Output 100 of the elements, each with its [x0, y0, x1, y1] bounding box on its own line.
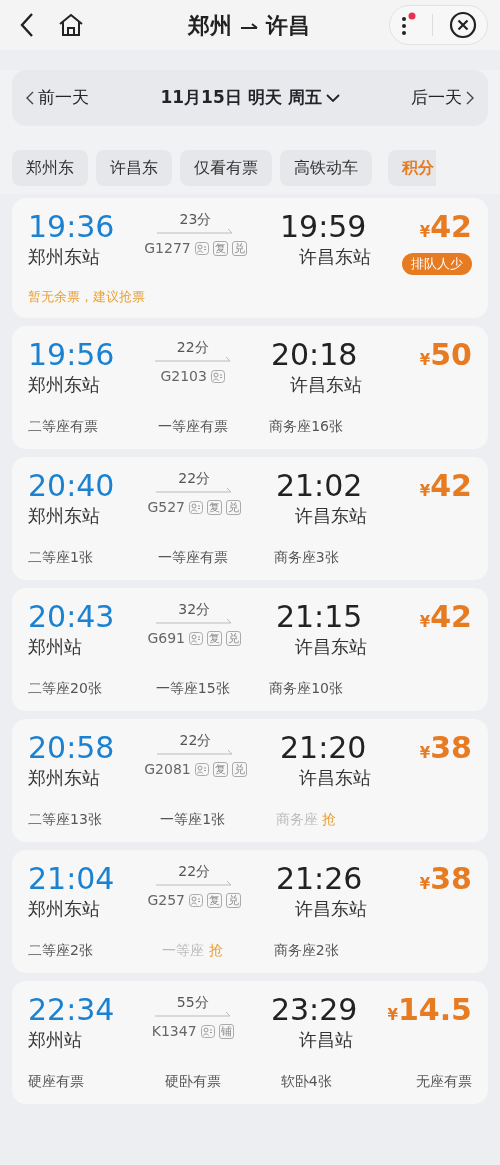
- departure-time: 22:34: [28, 993, 115, 1027]
- train-tag: 兑: [231, 241, 247, 256]
- arrival-time: 19:59: [279, 210, 367, 244]
- departure-station: 郑州东站: [28, 504, 100, 528]
- filter-chip[interactable]: 高铁动车: [280, 150, 372, 186]
- train-card[interactable]: 19:56 郑州东站 22分 G2103 20:18 许昌东站 ¥50 二等座有票 一等座有票 商务座16张: [12, 326, 488, 449]
- passenger-icon: [194, 242, 209, 255]
- arrival-station: 许昌东站: [294, 635, 368, 659]
- passenger-icon: [189, 501, 203, 514]
- arrival-station: 许昌东站: [294, 897, 368, 921]
- back-icon[interactable]: [20, 12, 34, 38]
- ticket-price: ¥42: [419, 469, 472, 505]
- passenger-icon: [189, 894, 203, 907]
- seat-availability: 一等座1张: [160, 810, 226, 829]
- next-day-link[interactable]: 后一天: [411, 85, 474, 111]
- train-number: G1277: [144, 239, 191, 258]
- seat-availability: 商务座3张: [273, 548, 339, 567]
- train-number: G691: [147, 629, 185, 648]
- arrival-station: 许昌东站: [289, 373, 363, 397]
- close-icon[interactable]: [449, 11, 477, 39]
- train-tag: 复: [207, 893, 222, 908]
- trip-duration: 22分: [178, 469, 211, 487]
- seat-availability: 商务座16张: [269, 417, 344, 436]
- seat-availability: 商务座2张: [273, 941, 339, 960]
- departure-station: 郑州站: [28, 1028, 82, 1052]
- departure-station: 郑州站: [28, 635, 82, 659]
- departure-time: 20:43: [28, 600, 115, 634]
- departure-time: 20:40: [28, 469, 115, 503]
- train-number: K1347: [151, 1022, 197, 1041]
- ticket-price: ¥42: [419, 210, 472, 246]
- train-tag: 复: [207, 500, 222, 515]
- seat-availability: 二等座有票: [28, 417, 98, 436]
- origin-city: 郑州: [187, 11, 232, 40]
- seat-availability: 一等座15张: [155, 679, 230, 698]
- seat-availability: 软卧4张: [280, 1072, 332, 1091]
- arrival-time: 23:29: [270, 993, 358, 1027]
- home-icon[interactable]: [58, 13, 84, 37]
- train-tag: 复: [212, 241, 228, 256]
- ticket-price: ¥38: [419, 731, 472, 767]
- filter-chip[interactable]: 许昌东: [96, 150, 172, 186]
- arrival-time: 21:15: [275, 600, 363, 634]
- destination-city: 许昌: [265, 11, 310, 40]
- arrival-time: 21:02: [275, 469, 363, 503]
- seat-availability: 商务座 抢: [275, 810, 337, 829]
- passenger-icon: [200, 1025, 215, 1038]
- seat-availability: 一等座有票: [157, 417, 228, 436]
- train-card[interactable]: 20:58 郑州东站 22分 G2081 复 兑 21:20 许昌东站 ¥38 二等座13张 一等座1张 商务座 抢: [12, 719, 488, 842]
- train-card[interactable]: 20:40 郑州东站 22分 G527 复 兑 21:02 许昌东站 ¥42 二等座1张 一等座有票 商务座3张: [12, 457, 488, 580]
- ticket-price: ¥50: [419, 338, 472, 374]
- filter-chip[interactable]: 仅看有票: [180, 150, 272, 186]
- trip-duration: 22分: [176, 338, 209, 356]
- trip-duration: 22分: [178, 862, 211, 880]
- ticket-price: ¥14.5: [387, 993, 472, 1029]
- seat-availability: 二等座1张: [28, 548, 93, 567]
- train-tag: 复: [207, 631, 222, 646]
- seat-availability: 二等座2张: [28, 941, 93, 960]
- arrival-station: 许昌东站: [298, 766, 372, 790]
- more-icon[interactable]: [400, 12, 416, 38]
- trip-duration: 22分: [179, 731, 212, 749]
- arrow-icon: [239, 20, 258, 30]
- arrival-station: 许昌东站: [294, 504, 368, 528]
- train-number: G527: [147, 498, 185, 517]
- train-tag: 复: [212, 762, 228, 777]
- train-tag: 铺: [218, 1024, 234, 1039]
- seat-availability: 硬座有票: [28, 1072, 84, 1091]
- queue-badge: 排队人少: [402, 253, 472, 275]
- seat-availability: 一等座有票: [157, 548, 228, 567]
- chevron-left-icon: [26, 91, 34, 105]
- seat-availability: 二等座13张: [28, 810, 102, 829]
- ticket-price: ¥38: [419, 862, 472, 898]
- trip-duration: 32分: [178, 600, 211, 618]
- train-card[interactable]: 20:43 郑州站 32分 G691 复 兑 21:15 许昌东站 ¥42 二等座20张 一等座15张 商务座10张: [12, 588, 488, 711]
- chevron-right-icon: [466, 91, 474, 105]
- seat-availability: 一等座 抢: [162, 941, 223, 960]
- arrival-time: 20:18: [270, 338, 358, 372]
- seat-availability: 商务座10张: [269, 679, 344, 698]
- chevron-down-icon: [325, 94, 340, 102]
- seat-availability: 二等座20张: [28, 679, 102, 698]
- seat-availability: 无座有票: [416, 1072, 472, 1091]
- departure-station: 郑州东站: [28, 245, 100, 269]
- passenger-icon: [210, 370, 225, 383]
- train-card[interactable]: 19:36 郑州东站 23分 G1277 复 兑 19:59 许昌东站 ¥42 排队人少 暂无余票，建议抢票: [12, 198, 488, 318]
- train-card[interactable]: 22:34 郑州站 55分 K1347 铺 23:29 许昌站 ¥14.5 硬座有票 硬卧有票 软卧4张 无座有票: [12, 981, 488, 1104]
- train-number: G2103: [160, 367, 207, 386]
- train-number: G2081: [144, 760, 191, 779]
- arrival-station: 许昌站: [298, 1028, 354, 1052]
- filter-chip[interactable]: 郑州东: [12, 150, 88, 186]
- train-tag: 兑: [226, 893, 241, 908]
- departure-time: 19:36: [28, 210, 115, 244]
- arrival-time: 21:20: [279, 731, 367, 765]
- seat-availability: 硬卧有票: [164, 1072, 221, 1091]
- trip-duration: 23分: [179, 210, 212, 228]
- date-picker[interactable]: 11月15日 明天 周五: [160, 85, 340, 111]
- train-number: G257: [147, 891, 185, 910]
- arrival-station: 许昌东站: [298, 245, 372, 269]
- sold-out-note: 暂无余票，建议抢票: [28, 287, 146, 306]
- train-card[interactable]: 21:04 郑州东站 22分 G257 复 兑 21:26 许昌东站 ¥38 二等座2张 一等座 抢 商务座2张: [12, 850, 488, 973]
- trip-duration: 55分: [176, 993, 209, 1011]
- prev-day-link[interactable]: 前一天: [26, 85, 89, 111]
- passenger-icon: [189, 632, 203, 645]
